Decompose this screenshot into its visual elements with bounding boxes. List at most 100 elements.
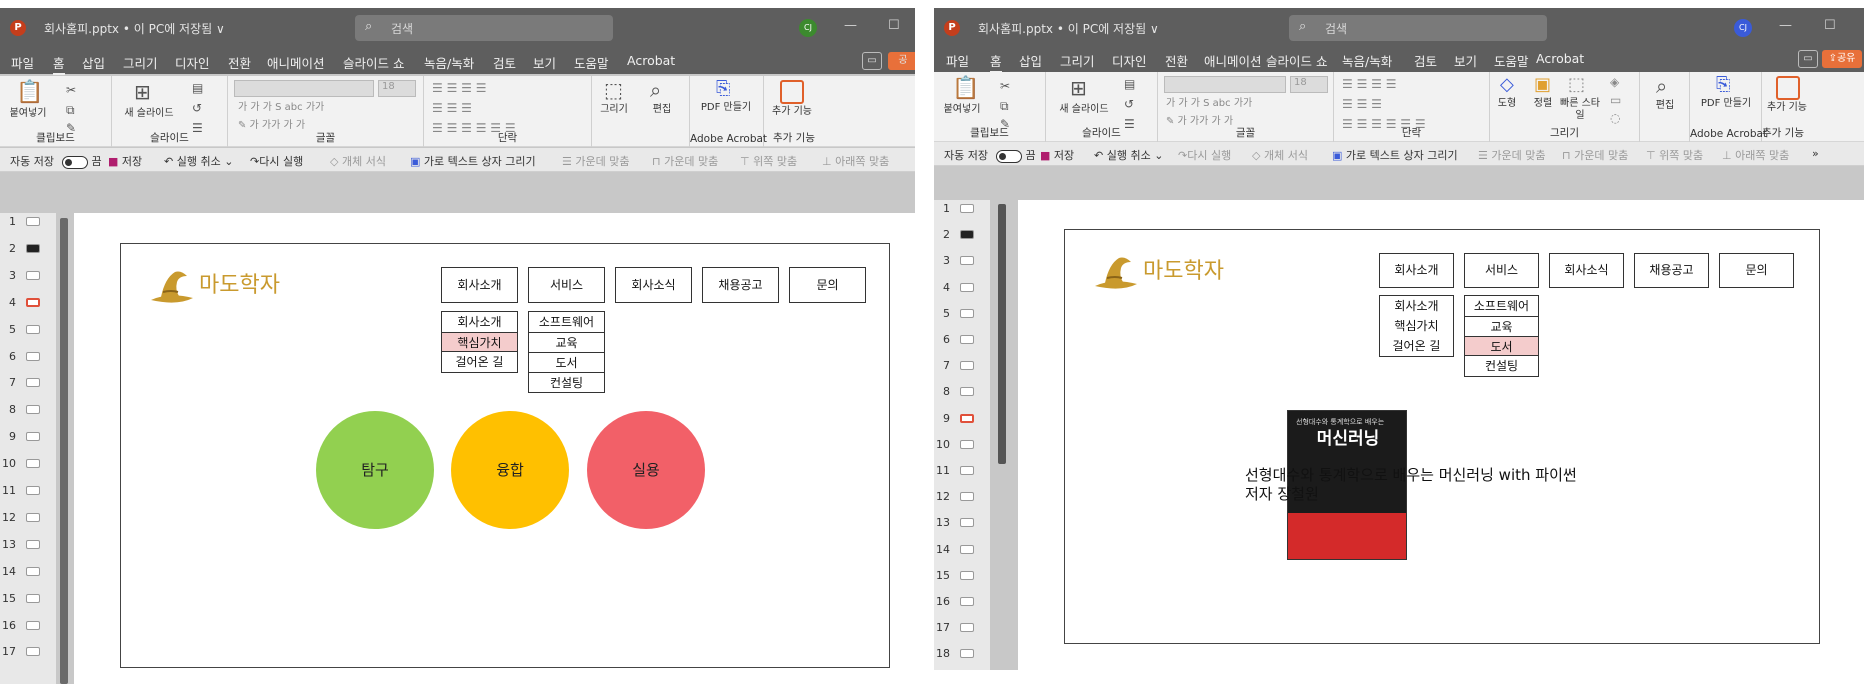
- tab-design[interactable]: 디자인: [1112, 51, 1147, 70]
- tab-draw[interactable]: 그리기: [123, 53, 158, 72]
- slide-thumbnail[interactable]: 9: [0, 428, 56, 446]
- tab-file[interactable]: 파일: [11, 53, 34, 72]
- share-button[interactable]: 공: [888, 52, 915, 70]
- new-slide-button[interactable]: 새 슬라이드: [114, 108, 184, 120]
- copy-icon[interactable]: ⧉: [66, 104, 75, 116]
- redo-button[interactable]: ↷다시 실행: [1178, 147, 1231, 163]
- outline-icon[interactable]: ▭: [1610, 94, 1621, 106]
- slide-thumbnail[interactable]: 10: [934, 436, 990, 454]
- autosave-toggle[interactable]: 끔: [996, 147, 1036, 163]
- tab-review[interactable]: 검토: [1414, 51, 1437, 70]
- search-box[interactable]: ⌕ 검색: [355, 15, 613, 41]
- tab-insert[interactable]: 삽입: [82, 53, 105, 72]
- book-title-text[interactable]: 선형대수와 통계학으로 배우는 머신러닝 with 파이썬: [1245, 466, 1577, 484]
- nav-company-news[interactable]: 회사소식: [615, 267, 692, 303]
- tab-acrobat[interactable]: Acrobat: [627, 53, 675, 68]
- search-box[interactable]: ⌕ 검색: [1289, 15, 1547, 41]
- save-button[interactable]: ■ 저장: [108, 153, 142, 169]
- align-top-button[interactable]: ⊤ 위쪽 맞춤: [1646, 147, 1703, 163]
- slide-thumbnail[interactable]: 15: [0, 590, 56, 608]
- slide-thumbnail[interactable]: 3: [934, 252, 990, 270]
- tab-record[interactable]: 녹음/녹화: [424, 53, 474, 72]
- submenu-item[interactable]: 컨설팅: [1465, 356, 1538, 376]
- font-size-box[interactable]: 18: [1290, 76, 1328, 93]
- slide-thumbnail[interactable]: 2: [0, 240, 56, 258]
- circle-practical[interactable]: 실용: [587, 411, 705, 529]
- edit-button[interactable]: 편집: [1648, 100, 1682, 112]
- slide-thumbnail[interactable]: 4: [934, 279, 990, 297]
- window-title[interactable]: 회사홈피.pptx • 이 PC에 저장됨 ∨: [978, 20, 1159, 37]
- draw-textbox-button[interactable]: ▣ 가로 텍스트 상자 그리기: [410, 153, 536, 169]
- pdf-icon[interactable]: ⎘: [1716, 76, 1730, 94]
- slide-thumbnail[interactable]: 2: [934, 226, 990, 244]
- edit-search-icon[interactable]: ⌕: [1656, 76, 1667, 96]
- align-center-button[interactable]: ☰ 가운데 맞춤: [562, 153, 629, 169]
- tab-home[interactable]: 홈: [990, 51, 1002, 73]
- submenu-item[interactable]: 컨설팅: [529, 372, 604, 392]
- nav-services[interactable]: 서비스: [528, 267, 605, 303]
- undo-button[interactable]: ↶ 실행 취소 ⌄: [1094, 147, 1163, 163]
- tab-slideshow[interactable]: 슬라이드 쇼: [343, 53, 404, 72]
- copy-icon[interactable]: ⧉: [1000, 100, 1009, 112]
- draw-textbox-button[interactable]: ▣ 가로 텍스트 상자 그리기: [1332, 147, 1458, 163]
- slide-thumbnail[interactable]: 8: [0, 401, 56, 419]
- circle-explore[interactable]: 탐구: [316, 411, 434, 529]
- slide-thumbnail[interactable]: 3: [0, 267, 56, 285]
- addins-icon[interactable]: [1776, 76, 1800, 100]
- maximize-icon[interactable]: ☐: [888, 18, 900, 33]
- nav-careers[interactable]: 채용공고: [1634, 253, 1709, 288]
- slide-thumbnail[interactable]: 4: [0, 294, 56, 312]
- slide-thumbnail[interactable]: 9: [934, 410, 990, 428]
- font-format-icons[interactable]: 가 가 가 S abc 가가: [1166, 98, 1252, 110]
- slide-thumbnail[interactable]: 15: [934, 567, 990, 585]
- tab-review[interactable]: 검토: [493, 53, 516, 72]
- slide-thumbnail[interactable]: 12: [0, 509, 56, 527]
- nav-company-intro[interactable]: 회사소개: [1379, 253, 1454, 288]
- paste-icon[interactable]: 📋: [16, 82, 43, 104]
- nav-contact[interactable]: 문의: [789, 267, 866, 303]
- list-icons[interactable]: ☰ ☰ ☰ ☰: [432, 82, 486, 94]
- slide-thumbnail[interactable]: 7: [0, 374, 56, 392]
- nav-careers[interactable]: 채용공고: [702, 267, 779, 303]
- submenu-item[interactable]: 교육: [529, 332, 604, 352]
- cut-icon[interactable]: ✂: [1000, 80, 1010, 92]
- tab-help[interactable]: 도움말: [574, 53, 609, 72]
- comments-icon[interactable]: ▭: [862, 52, 882, 70]
- nav-company-intro[interactable]: 회사소개: [441, 267, 518, 303]
- tab-view[interactable]: 보기: [533, 53, 556, 72]
- slide-thumbnail[interactable]: 7: [934, 357, 990, 375]
- slide-thumbnail[interactable]: 11: [0, 482, 56, 500]
- new-slide-icon[interactable]: ⊞: [134, 82, 151, 102]
- slide-thumbnail[interactable]: 17: [934, 619, 990, 637]
- tab-file[interactable]: 파일: [946, 51, 969, 70]
- font-name-box[interactable]: [234, 80, 374, 97]
- pdf-icon[interactable]: ⎘: [716, 80, 730, 98]
- slide-thumbnail[interactable]: 12: [934, 488, 990, 506]
- edit-search-icon[interactable]: ⌕: [650, 80, 661, 100]
- submenu-item[interactable]: 소프트웨어: [529, 312, 604, 332]
- slide-thumbnail[interactable]: 16: [934, 593, 990, 611]
- submenu-item[interactable]: 걸어온 길: [1380, 336, 1453, 356]
- submenu-item-highlighted[interactable]: 도서: [1465, 336, 1538, 356]
- slide-thumbnail[interactable]: 10: [0, 455, 56, 473]
- tab-design[interactable]: 디자인: [175, 53, 210, 72]
- layout-icon[interactable]: ▤: [192, 82, 203, 94]
- nav-company-news[interactable]: 회사소식: [1549, 253, 1624, 288]
- paste-button[interactable]: 붙여넣기: [940, 104, 984, 116]
- pdf-button[interactable]: PDF 만들기: [700, 102, 752, 114]
- book-author-text[interactable]: 저자 장철원: [1245, 485, 1319, 503]
- slide-thumbnail[interactable]: 6: [934, 331, 990, 349]
- tab-insert[interactable]: 삽입: [1019, 51, 1042, 70]
- edit-button[interactable]: 편집: [644, 104, 680, 116]
- avatar[interactable]: CJ: [799, 19, 817, 37]
- maximize-icon[interactable]: ☐: [1824, 18, 1836, 33]
- slide-thumbnail[interactable]: 16: [0, 617, 56, 635]
- window-title[interactable]: 회사홈피.pptx • 이 PC에 저장됨 ∨: [44, 20, 225, 37]
- thumbnail-scrollbar[interactable]: [60, 218, 68, 684]
- font-name-box[interactable]: [1164, 76, 1286, 93]
- slide-thumbnail[interactable]: 5: [0, 321, 56, 339]
- indent-icons[interactable]: ☰ ☰ ☰: [1342, 98, 1382, 110]
- tab-home[interactable]: 홈: [53, 53, 65, 75]
- undo-button[interactable]: ↶ 실행 취소 ⌄: [164, 153, 233, 169]
- draw-icon[interactable]: ⬚: [604, 80, 623, 100]
